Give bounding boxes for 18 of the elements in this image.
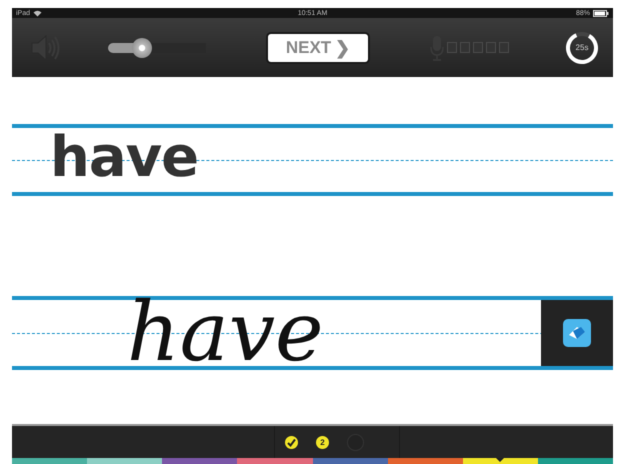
current-step: 2 <box>316 436 329 448</box>
timer-label: 25s <box>574 42 590 54</box>
color-swatch[interactable] <box>538 458 613 464</box>
color-swatch[interactable] <box>237 458 312 464</box>
eraser-button[interactable] <box>563 319 591 347</box>
color-swatch[interactable] <box>12 458 88 464</box>
battery-icon <box>592 10 609 16</box>
next-button[interactable]: NEXT ❯ <box>268 34 368 62</box>
wifi-icon <box>33 10 42 16</box>
color-swatch[interactable] <box>388 458 463 464</box>
color-swatch[interactable] <box>312 458 388 464</box>
eraser-icon <box>568 326 586 340</box>
mic-level-meter <box>447 42 509 53</box>
handwriting: have <box>127 288 324 378</box>
model-word: have <box>50 128 198 188</box>
color-swatch[interactable] <box>87 458 162 464</box>
color-swatch[interactable] <box>462 458 538 464</box>
color-swatch[interactable] <box>162 458 238 464</box>
